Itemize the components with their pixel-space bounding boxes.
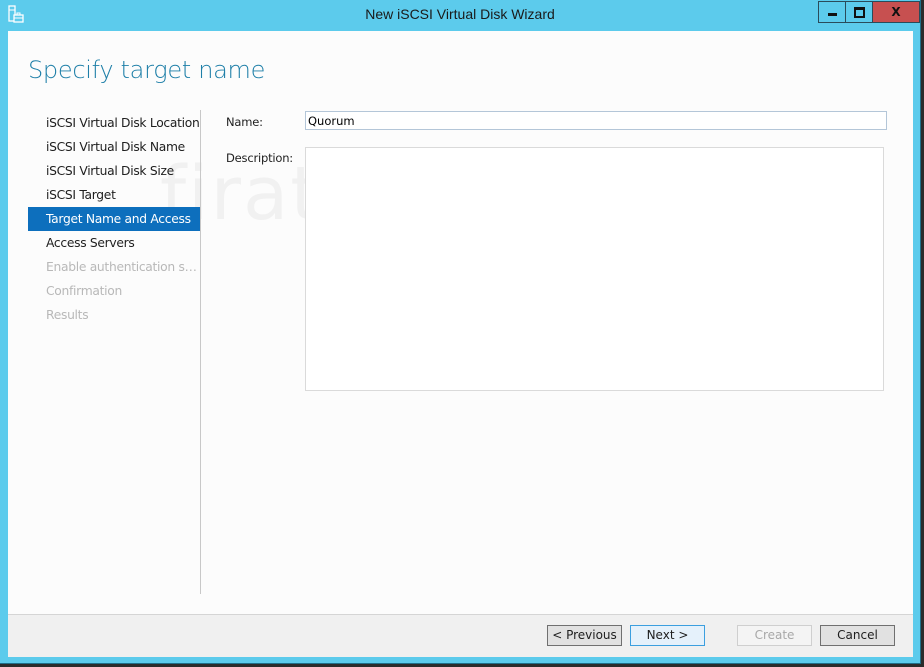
nav-divider bbox=[200, 110, 201, 594]
description-label: Description: bbox=[226, 151, 293, 165]
wizard-content: firatboyan.com Specify target name iSCSI… bbox=[8, 31, 913, 657]
window-title: New iSCSI Virtual Disk Wizard bbox=[365, 6, 555, 22]
nav-item-target-name-and-access[interactable]: Target Name and Access bbox=[28, 207, 200, 231]
cancel-button[interactable]: Cancel bbox=[820, 625, 895, 646]
minimize-button[interactable] bbox=[818, 1, 846, 23]
minimize-icon bbox=[827, 13, 837, 16]
title-bar[interactable]: New iSCSI Virtual Disk Wizard X bbox=[0, 0, 920, 31]
nav-item-iscsi-target[interactable]: iSCSI Target bbox=[28, 183, 200, 207]
next-button[interactable]: Next > bbox=[630, 625, 705, 646]
wizard-window: New iSCSI Virtual Disk Wizard X firatboy… bbox=[0, 0, 921, 664]
maximize-button[interactable] bbox=[846, 1, 873, 23]
wizard-step-nav: iSCSI Virtual Disk Location iSCSI Virtua… bbox=[28, 111, 200, 327]
nav-item-access-servers[interactable]: Access Servers bbox=[28, 231, 200, 255]
nav-item-virtual-disk-location[interactable]: iSCSI Virtual Disk Location bbox=[28, 111, 200, 135]
maximize-icon bbox=[853, 6, 865, 18]
nav-item-enable-authentication: Enable authentication ser... bbox=[46, 260, 200, 274]
page-title: Specify target name bbox=[28, 56, 266, 84]
window-controls: X bbox=[818, 1, 920, 23]
create-button: Create bbox=[737, 625, 812, 646]
nav-item-confirmation: Confirmation bbox=[46, 284, 122, 298]
nav-item-virtual-disk-size[interactable]: iSCSI Virtual Disk Size bbox=[28, 159, 200, 183]
close-button[interactable]: X bbox=[873, 1, 920, 23]
wizard-footer: < Previous Next > Create Cancel bbox=[8, 614, 913, 657]
description-textarea[interactable] bbox=[305, 147, 884, 391]
close-icon: X bbox=[891, 5, 901, 19]
previous-button[interactable]: < Previous bbox=[547, 625, 622, 646]
name-label: Name: bbox=[226, 115, 263, 129]
nav-item-results: Results bbox=[46, 308, 89, 322]
name-input[interactable] bbox=[305, 111, 887, 130]
nav-item-virtual-disk-name[interactable]: iSCSI Virtual Disk Name bbox=[28, 135, 200, 159]
